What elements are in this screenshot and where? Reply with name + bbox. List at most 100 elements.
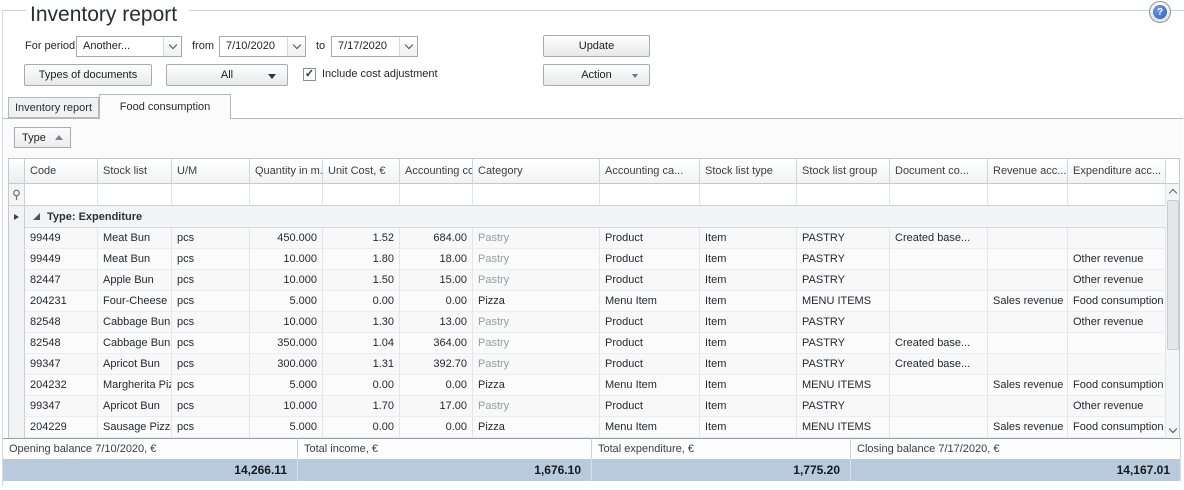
filter-cell[interactable] xyxy=(700,184,797,206)
table-cell[interactable]: Item xyxy=(700,396,797,417)
table-cell[interactable] xyxy=(988,312,1068,333)
table-cell[interactable]: 17.00 xyxy=(400,396,473,417)
table-cell[interactable]: Meat Bun xyxy=(98,228,172,249)
table-cell[interactable]: Created base... xyxy=(890,228,988,249)
table-cell[interactable]: 1.50 xyxy=(323,270,400,291)
table-cell[interactable] xyxy=(988,249,1068,270)
table-cell[interactable]: Cabbage Bun xyxy=(98,333,172,354)
table-cell[interactable]: PASTRY xyxy=(797,354,890,375)
table-cell[interactable]: 0.00 xyxy=(323,291,400,312)
table-cell[interactable]: Sales revenue xyxy=(988,291,1068,312)
update-button[interactable]: Update xyxy=(543,35,650,57)
table-cell[interactable] xyxy=(988,228,1068,249)
table-row[interactable]: 82548Cabbage Bunpcs10.0001.3013.00Pastry… xyxy=(8,312,1166,333)
table-row[interactable]: 82548Cabbage Bunpcs350.0001.04364.00Past… xyxy=(8,333,1166,354)
column-header[interactable]: U/M xyxy=(172,158,250,184)
period-select[interactable]: Another... xyxy=(76,36,182,57)
tab-inventory-report[interactable]: Inventory report xyxy=(8,97,99,118)
table-cell[interactable] xyxy=(1068,354,1166,375)
table-cell[interactable]: 99347 xyxy=(25,396,98,417)
column-header[interactable]: Revenue acc... xyxy=(988,158,1068,184)
table-cell[interactable]: Pizza xyxy=(473,291,600,312)
table-cell[interactable]: Four-Cheese ... xyxy=(98,291,172,312)
table-cell[interactable]: Pizza xyxy=(473,417,600,438)
types-of-documents-button[interactable]: Types of documents xyxy=(24,64,152,86)
table-cell[interactable]: pcs xyxy=(172,396,250,417)
table-row[interactable]: 204232Margherita Pizzapcs5.0000.000.00Pi… xyxy=(8,375,1166,396)
column-header[interactable]: Accounting co... xyxy=(400,158,473,184)
period-dropdown-button[interactable] xyxy=(163,37,181,56)
table-cell[interactable]: 82548 xyxy=(25,312,98,333)
table-cell[interactable]: Item xyxy=(700,375,797,396)
table-cell[interactable]: Pastry xyxy=(473,228,600,249)
table-cell[interactable] xyxy=(988,270,1068,291)
table-cell[interactable]: Apple Bun xyxy=(98,270,172,291)
table-cell[interactable]: Pizza xyxy=(473,375,600,396)
table-cell[interactable] xyxy=(890,270,988,291)
table-cell[interactable]: Item xyxy=(700,270,797,291)
table-cell[interactable]: pcs xyxy=(172,228,250,249)
table-cell[interactable]: pcs xyxy=(172,354,250,375)
action-button[interactable]: Action xyxy=(543,64,650,86)
table-cell[interactable]: Pastry xyxy=(473,333,600,354)
table-cell[interactable]: Menu Item xyxy=(600,291,700,312)
table-cell[interactable]: 684.00 xyxy=(400,228,473,249)
table-cell[interactable]: Item xyxy=(700,333,797,354)
table-cell[interactable]: pcs xyxy=(172,291,250,312)
table-cell[interactable] xyxy=(988,333,1068,354)
to-date-input[interactable]: 7/17/2020 xyxy=(331,36,418,57)
table-cell[interactable]: Product xyxy=(600,333,700,354)
table-cell[interactable]: Food consumption xyxy=(1068,417,1166,438)
table-cell[interactable]: 5.000 xyxy=(250,375,323,396)
filter-cell[interactable] xyxy=(250,184,323,206)
table-cell[interactable]: Food consumption xyxy=(1068,375,1166,396)
table-cell[interactable]: Apricot Bun xyxy=(98,396,172,417)
table-cell[interactable]: 10.000 xyxy=(250,312,323,333)
from-date-input[interactable]: 7/10/2020 xyxy=(219,36,306,57)
table-row[interactable]: 204229Sausage Pizzapcs5.0000.000.00Pizza… xyxy=(8,417,1166,438)
column-header[interactable]: Stock list group xyxy=(797,158,890,184)
table-cell[interactable]: 99347 xyxy=(25,354,98,375)
table-row[interactable]: 99449Meat Bunpcs10.0001.8018.00PastryPro… xyxy=(8,249,1166,270)
table-cell[interactable]: Created base... xyxy=(890,354,988,375)
column-header[interactable]: Expenditure acc... xyxy=(1068,158,1166,184)
scrollbar-thumb[interactable] xyxy=(1167,200,1179,350)
column-header[interactable]: Quantity in m... xyxy=(250,158,323,184)
filter-cell[interactable] xyxy=(473,184,600,206)
tab-food-consumption[interactable]: Food consumption xyxy=(99,94,231,119)
table-cell[interactable]: Other revenue xyxy=(1068,312,1166,333)
table-cell[interactable]: 204231 xyxy=(25,291,98,312)
column-header[interactable]: Stock list type xyxy=(700,158,797,184)
document-type-filter-dropdown[interactable]: All xyxy=(166,64,288,86)
table-cell[interactable]: 15.00 xyxy=(400,270,473,291)
filter-cell[interactable] xyxy=(323,184,400,206)
scroll-down-button[interactable] xyxy=(1166,423,1180,438)
table-cell[interactable]: 10.000 xyxy=(250,270,323,291)
table-cell[interactable]: Product xyxy=(600,312,700,333)
table-cell[interactable]: Sales revenue xyxy=(988,417,1068,438)
table-cell[interactable]: Created base... xyxy=(890,333,988,354)
table-cell[interactable]: 13.00 xyxy=(400,312,473,333)
filter-cell[interactable] xyxy=(98,184,172,206)
filter-cell[interactable] xyxy=(25,184,98,206)
table-cell[interactable] xyxy=(890,312,988,333)
table-cell[interactable]: 204232 xyxy=(25,375,98,396)
table-row[interactable]: 99347Apricot Bunpcs300.0001.31392.70Past… xyxy=(8,354,1166,375)
table-cell[interactable]: 0.00 xyxy=(400,375,473,396)
table-cell[interactable]: Item xyxy=(700,354,797,375)
table-cell[interactable]: Item xyxy=(700,312,797,333)
table-cell[interactable]: Product xyxy=(600,354,700,375)
column-header[interactable]: Category xyxy=(473,158,600,184)
table-cell[interactable] xyxy=(988,396,1068,417)
table-cell[interactable]: 10.000 xyxy=(250,249,323,270)
filter-cell[interactable] xyxy=(988,184,1068,206)
table-cell[interactable] xyxy=(988,354,1068,375)
table-cell[interactable]: 5.000 xyxy=(250,291,323,312)
table-cell[interactable] xyxy=(890,417,988,438)
table-cell[interactable]: PASTRY xyxy=(797,396,890,417)
group-row[interactable]: Type: Expenditure xyxy=(8,206,1166,228)
table-cell[interactable]: pcs xyxy=(172,333,250,354)
table-cell[interactable]: 1.04 xyxy=(323,333,400,354)
table-cell[interactable]: Menu Item xyxy=(600,375,700,396)
table-cell[interactable]: Sausage Pizza xyxy=(98,417,172,438)
